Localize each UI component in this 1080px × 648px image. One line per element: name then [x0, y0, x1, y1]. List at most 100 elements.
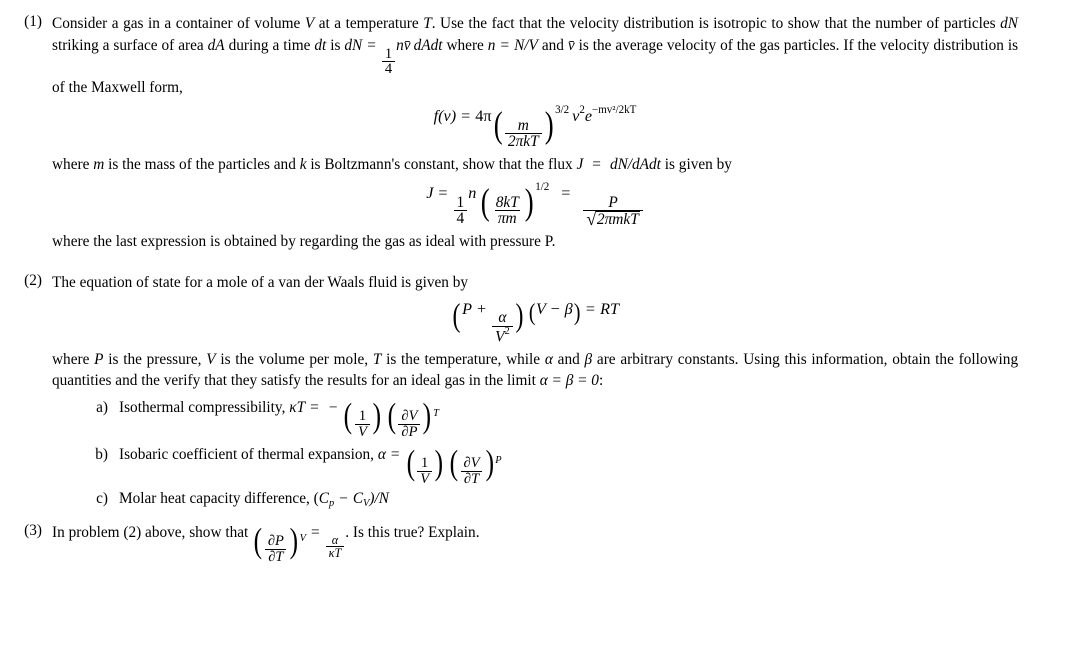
problem-gap-2	[0, 509, 1080, 522]
subitem-c-text: Molar heat capacity difference,	[119, 490, 310, 508]
eq-dn-tail: dAdt	[413, 36, 443, 54]
alpha-over-kappa-t-fraction: α κT	[325, 533, 345, 560]
partial-derivative-fraction: ∂V ∂P	[398, 407, 421, 440]
partial-derivative-fraction: ∂V ∂T	[460, 455, 483, 486]
p2b-text-c: is the volume per mole,	[220, 350, 369, 368]
frac1-den: V	[355, 423, 370, 440]
partial-p-partial-t-fraction: ∂P ∂T	[265, 534, 287, 564]
problem-2-paragraph: where P is the pressure, V is the volume…	[52, 349, 1018, 392]
da-symbol: dA	[207, 36, 225, 54]
cp-subscript: p	[328, 498, 335, 510]
flux-equation: J=14n(8kTπm)1/2=P2πmkT	[52, 181, 1018, 229]
subitem-a-label: a)	[96, 399, 108, 417]
maxwell-lhs: f(v)	[433, 107, 457, 126]
maxwell-exp-arg: −mv²/2kT	[592, 104, 637, 117]
problem-2: (2) The equation of state for a mole of …	[0, 272, 1080, 509]
p3-period: .	[345, 524, 350, 542]
number-density-symbol: n	[487, 36, 496, 54]
p1-text-h: and	[541, 36, 564, 54]
vdw-equals: =	[585, 299, 596, 318]
cv-symbol: C	[352, 490, 364, 508]
flux-paren-den: πm	[494, 210, 520, 226]
p2-text-a: where	[52, 155, 90, 173]
flux-inner-fraction: 8kT πm	[493, 193, 522, 227]
flux-paren-num: 8kT	[495, 193, 519, 211]
flux-rhs-den: 2πmkT	[595, 211, 640, 229]
flux-rhs-den-wrap: 2πmkT	[583, 210, 643, 229]
subitem-a-body: Isothermal compressibility, κT = −(1 V)(∂V ∂…	[119, 396, 439, 440]
p1-text-c: . Use the fact that the velocity distrib…	[431, 15, 996, 32]
p2b-text-e: and	[557, 350, 580, 368]
vdw-frac-den-exp: 2	[504, 325, 510, 337]
flux-n: n	[468, 184, 477, 203]
number-density-value: N/V	[514, 36, 538, 54]
p2b-text-b: is the pressure,	[108, 350, 202, 368]
maxwell-coefficient: 4π	[475, 107, 492, 126]
temperature-symbol: T	[372, 350, 382, 368]
problem-3-body: In problem (2) above, show that (∂P ∂T) V =…	[42, 522, 1080, 564]
problem-1-paragraph-1: Consider a gas in a container of volume …	[52, 15, 1019, 96]
subitem-c-minus: −	[339, 490, 348, 508]
subitem-b-body: Isobaric coefficient of thermal expansio…	[119, 443, 502, 487]
p2b-text-a: where	[52, 350, 90, 368]
subitem-gap-1	[52, 439, 1018, 446]
mass-symbol: m	[93, 155, 105, 173]
vdw-plus: +	[476, 299, 487, 318]
eq-dn-vbar: v̄	[403, 36, 411, 54]
problem-1-paragraph-2: where m is the mass of the particles and…	[52, 155, 732, 173]
pressure-symbol: P	[94, 350, 104, 368]
p3-equals: =	[310, 524, 320, 542]
p1-text-g: where	[446, 36, 484, 54]
eq-dn-n: n	[396, 36, 404, 54]
eq-dn-lhs: dN	[344, 36, 363, 54]
problem-2-intro: The equation of state for a mole of a va…	[52, 274, 469, 292]
problem-3-number: (3)	[24, 522, 42, 540]
p3-rhs-num: α	[331, 533, 339, 548]
flux-frac-num: 1	[456, 193, 465, 211]
p3-frac-num: ∂P	[267, 533, 284, 550]
sublist-gap	[52, 392, 1018, 399]
subitem-c-close: )/N	[369, 490, 389, 508]
frac-denominator: 4	[381, 61, 396, 77]
pressure-fraction: P2πmkT	[583, 193, 643, 229]
p2-text-d: is given by	[664, 155, 732, 173]
cp-symbol: C	[318, 490, 329, 508]
p1-text-b: at a temperature	[318, 15, 419, 32]
flux-frac-den: 4	[453, 210, 468, 226]
vdw-fraction: α V2	[492, 310, 513, 344]
frac1-den: V	[417, 470, 433, 487]
frac1-num: 1	[358, 407, 367, 424]
problem-1: (1) Consider a gas in a container of vol…	[0, 13, 1080, 253]
document-page: (1) Consider a gas in a container of vol…	[0, 0, 1080, 648]
problem-1-number: (1)	[24, 13, 42, 30]
one-quarter-fraction: 14	[381, 45, 396, 77]
alpha-coefficient-symbol: α	[377, 446, 386, 464]
subitem-b-text: Isobaric coefficient of thermal expansio…	[119, 446, 374, 464]
p3-frac-den: ∂T	[265, 548, 287, 565]
volume-symbol: V	[206, 350, 216, 368]
flux-rhs-num: P	[608, 193, 618, 211]
dn-symbol: dN	[1000, 15, 1018, 32]
maxwell-fraction: m 2πkT	[504, 117, 542, 150]
problem-3: (3) In problem (2) above, show that (∂P ∂…	[0, 522, 1080, 564]
one-over-v-fraction: 1V	[417, 456, 433, 487]
subitem-b-subscript: P	[495, 455, 502, 466]
frac-numerator: 1	[384, 45, 393, 62]
maxwell-distribution-equation: f(v) = 4π(m 2πkT) 3/2 v2e−mv²/2kT	[433, 104, 637, 151]
frac2-den: ∂P	[398, 423, 421, 440]
subitem-b: b) Isobaric coefficient of thermal expan…	[52, 443, 1018, 487]
dt-symbol: dt	[314, 36, 327, 54]
vdw-p: P	[462, 299, 472, 318]
vbar-symbol: v̄	[567, 36, 575, 54]
problem-3-text: In problem (2) above, show that (∂P ∂T) V =…	[52, 521, 480, 565]
volume-symbol: V	[304, 15, 315, 32]
frac2-num: ∂V	[401, 407, 418, 424]
maxwell-e: e	[584, 107, 593, 126]
p1-text-a: Consider a gas in a container of volume	[52, 15, 301, 32]
frac2-num: ∂V	[463, 455, 480, 471]
p3-rhs-den: κT	[325, 546, 345, 560]
top-spacer	[0, 0, 1080, 13]
boltzmann-symbol: k	[299, 155, 307, 173]
maxwell-frac-den: 2πkT	[504, 133, 542, 150]
limit-condition: α = β = 0	[539, 372, 599, 390]
